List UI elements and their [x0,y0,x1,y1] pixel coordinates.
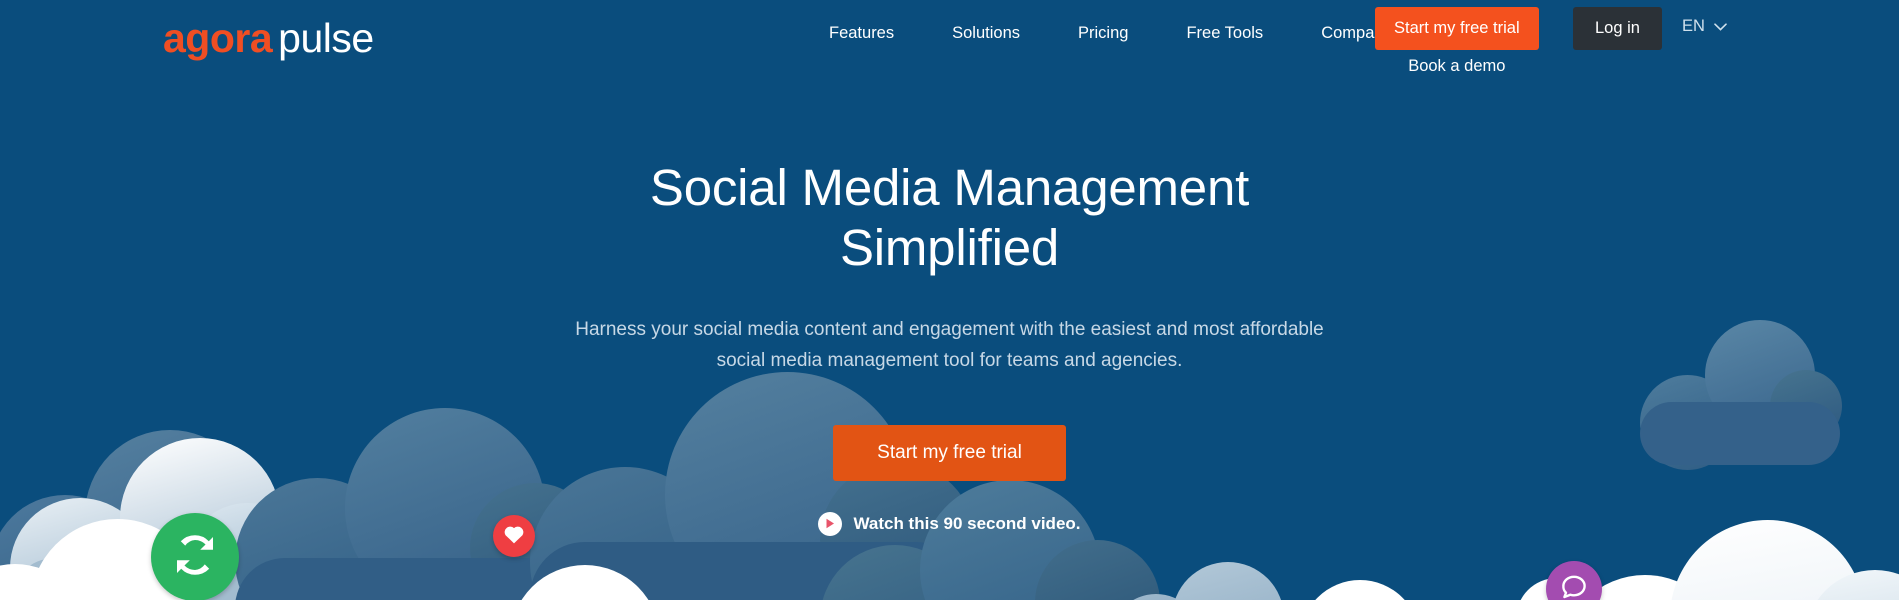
chevron-down-icon [1714,17,1727,36]
nav-link-pricing[interactable]: Pricing [1049,16,1157,50]
nav-start-free-trial-button[interactable]: Start my free trial [1375,7,1539,50]
nav-link-solutions[interactable]: Solutions [923,16,1049,50]
logo[interactable]: agora pulse [163,18,374,59]
cloud-white-bottomcenter [430,565,690,600]
refresh-icon [171,531,219,584]
headline-line-1: Social Media Management [649,159,1250,216]
play-icon [818,511,843,536]
page-title: Social Media Management Simplified [0,158,1899,277]
watch-video-label: Watch this 90 second video. [853,513,1081,533]
chat-badge[interactable] [1546,561,1602,600]
logo-pulse: pulse [278,15,374,61]
cloud-white-right-center [1230,580,1430,600]
main-navigation: Features Solutions Pricing Free Tools Co… [800,16,1421,66]
watch-video-link[interactable]: Watch this 90 second video. [0,511,1899,536]
hero-start-free-trial-button[interactable]: Start my free trial [833,424,1066,481]
cloud-grey-bottomcenter [1110,562,1300,600]
speech-bubble-icon [1559,572,1589,600]
hero-section: agora pulse Features Solutions Pricing Fr… [0,0,1899,600]
hero-subheadline: Harness your social media content and en… [575,319,1324,372]
nav-link-features[interactable]: Features [800,16,923,50]
logo-agora: agora [163,15,273,61]
site-header: agora pulse Features Solutions Pricing Fr… [0,0,1899,86]
book-a-demo-link[interactable]: Book a demo [1408,57,1505,76]
language-label: EN [1682,17,1705,35]
nav-link-free-tools[interactable]: Free Tools [1157,16,1292,50]
headline-line-2: Simplified [839,218,1060,276]
login-button[interactable]: Log in [1573,7,1662,50]
language-selector[interactable]: EN [1682,17,1727,36]
nav-trial-group: Start my free trial Book a demo [1375,7,1539,76]
